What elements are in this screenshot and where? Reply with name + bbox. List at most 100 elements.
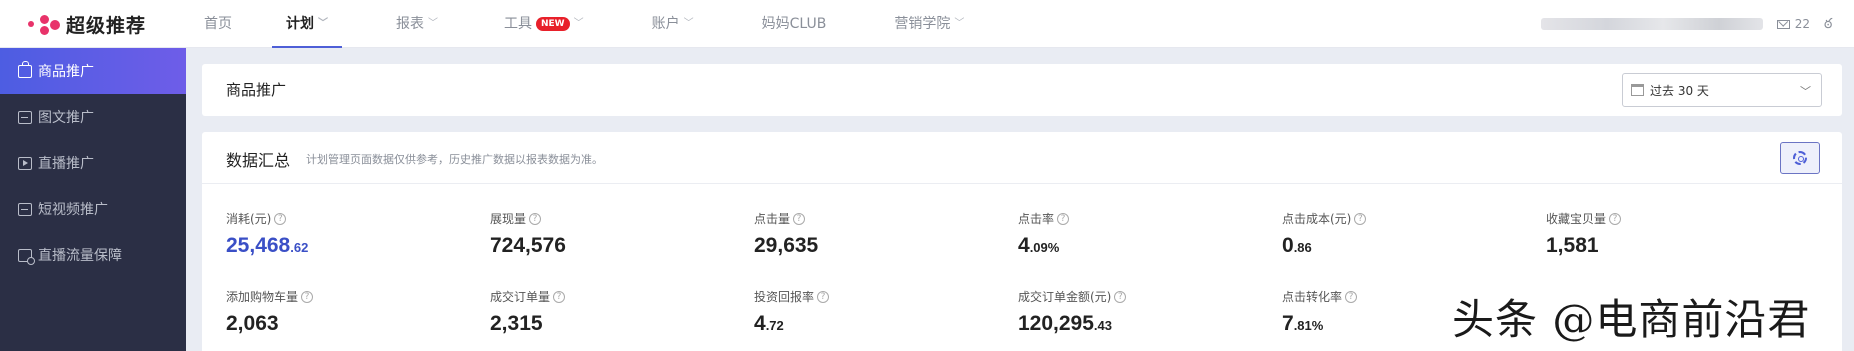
logo-text: 超级推荐 xyxy=(66,14,147,37)
metric-label: 成交订单量? xyxy=(490,288,740,305)
chevron-down-icon: ﹀ xyxy=(1800,85,1811,98)
help-icon[interactable]: ? xyxy=(553,290,566,303)
help-icon[interactable]: ? xyxy=(1354,212,1367,225)
promo-header-card: 商品推广 过去 30 天 ﹀ xyxy=(202,64,1842,116)
metric-item: 添加购物车量? 2,063 xyxy=(226,288,476,336)
summary-note: 计划管理页面数据仅供参考，历史推广数据以报表数据为准。 xyxy=(306,153,603,166)
metric-item: 成交订单金额(元)? 120,295.43 xyxy=(1018,288,1268,336)
logo-mark-icon xyxy=(26,10,62,38)
metric-label: 点击率? xyxy=(1018,210,1268,227)
metric-value: 724,576 xyxy=(490,234,740,258)
metric-label: 收藏宝贝量? xyxy=(1546,210,1796,227)
sidebar-item-2[interactable]: 直播推广 xyxy=(0,140,186,186)
metric-value-decimal: .86 xyxy=(1293,240,1312,255)
nav-item-label: 计划 xyxy=(286,16,314,32)
sidebar-item-0[interactable]: 商品推广 xyxy=(0,48,186,94)
sidebar-item-4[interactable]: 直播流量保障 xyxy=(0,232,186,278)
metric-label-text: 点击率 xyxy=(1018,212,1055,226)
metric-label-text: 消耗(元) xyxy=(226,212,272,226)
metric-value-int: 2,315 xyxy=(490,312,543,335)
metric-value: 1,581 xyxy=(1546,234,1796,258)
message-count: 22 xyxy=(1794,17,1810,31)
metric-value-int: 120,295 xyxy=(1018,312,1094,335)
metric-value-int: 0 xyxy=(1282,234,1294,257)
weibo-icon[interactable]: ఠ xyxy=(1824,17,1842,31)
sidebar-item-1[interactable]: 图文推广 xyxy=(0,94,186,140)
help-icon[interactable]: ? xyxy=(817,290,830,303)
metric-value: 2,315 xyxy=(490,312,740,336)
help-icon[interactable]: ? xyxy=(301,290,314,303)
sidebar-item-3[interactable]: 短视频推广 xyxy=(0,186,186,232)
help-icon[interactable]: ? xyxy=(1609,212,1622,225)
watermark-text: 头条 @电商前沿君 xyxy=(1452,295,1811,344)
help-icon[interactable]: ? xyxy=(1057,212,1070,225)
metric-value-decimal: .81% xyxy=(1293,318,1324,333)
nav-item-label: 营销学院 xyxy=(894,16,951,32)
gear-icon xyxy=(1793,151,1807,165)
metric-label: 消耗(元)? xyxy=(226,210,476,227)
chevron-down-icon: ﹀ xyxy=(318,18,328,29)
sidebar-item-label: 直播推广 xyxy=(38,156,94,172)
metric-item: 成交订单量? 2,315 xyxy=(490,288,740,336)
metric-label-text: 点击量 xyxy=(754,212,791,226)
metric-label-text: 收藏宝贝量 xyxy=(1546,212,1607,226)
chevron-down-icon: ﹀ xyxy=(428,18,438,29)
metric-label-text: 点击转化率 xyxy=(1282,290,1343,304)
metric-value-int: 4 xyxy=(1018,234,1030,257)
nav-item-label: 工具 xyxy=(504,16,532,32)
nav-item-2[interactable]: 报表 ﹀ xyxy=(382,0,452,48)
help-icon[interactable]: ? xyxy=(1345,290,1358,303)
chevron-down-icon: ﹀ xyxy=(954,18,965,29)
help-icon[interactable]: ? xyxy=(274,212,287,225)
metric-label-text: 展现量 xyxy=(490,212,527,226)
calendar-icon xyxy=(1631,84,1644,96)
metric-item: 收藏宝贝量? 1,581 xyxy=(1546,210,1796,258)
help-icon[interactable]: ? xyxy=(1114,290,1127,303)
metric-value: 4.72 xyxy=(754,312,1004,336)
nav-item-5[interactable]: 妈妈CLUB xyxy=(748,0,841,48)
metric-value: 25,468.62 xyxy=(226,234,476,258)
nav-item-6[interactable]: 营销学院 ﹀ xyxy=(880,0,978,48)
summary-settings-button[interactable] xyxy=(1780,142,1820,174)
metric-value-int: 29,635 xyxy=(754,234,819,257)
metric-label-text: 成交订单金额(元) xyxy=(1018,290,1112,304)
metric-label-text: 成交订单量 xyxy=(490,290,551,304)
sidebar-item-label: 商品推广 xyxy=(38,64,94,80)
chevron-down-icon: ﹀ xyxy=(573,18,584,29)
metric-item: 展现量? 724,576 xyxy=(490,210,740,258)
date-range-select[interactable]: 过去 30 天 ﹀ xyxy=(1622,73,1822,107)
metric-value: 29,635 xyxy=(754,234,1004,258)
metric-value-decimal: .09% xyxy=(1029,240,1060,255)
sidebar-item-label: 短视频推广 xyxy=(38,202,108,218)
metric-value-int: 4 xyxy=(754,312,766,335)
sidebar: 商品推广图文推广直播推广短视频推广直播流量保障 xyxy=(0,48,186,351)
nav-item-0[interactable]: 首页 xyxy=(190,0,246,48)
page-title: 商品推广 xyxy=(226,81,287,99)
nav-item-3[interactable]: 工具 NEW ﹀ xyxy=(490,0,598,48)
nav-item-4[interactable]: 账户 ﹀ xyxy=(638,0,708,48)
metric-item: 点击率? 4.09% xyxy=(1018,210,1268,258)
metric-item: 点击成本(元)? 0.86 xyxy=(1282,210,1532,258)
blurred-user-name[interactable] xyxy=(1540,18,1763,30)
help-icon[interactable]: ? xyxy=(793,212,806,225)
metric-item: 投资回报率? 4.72 xyxy=(754,288,1004,336)
nav-item-label: 首页 xyxy=(204,16,232,32)
header-right: 22 ఠ xyxy=(1540,0,1842,48)
metric-value-int: 1,581 xyxy=(1546,234,1599,257)
app-logo[interactable]: 超级推荐 xyxy=(26,10,146,38)
help-icon[interactable]: ? xyxy=(529,212,542,225)
metric-item: 消耗(元)? 25,468.62 xyxy=(226,210,476,258)
nav-item-label: 账户 xyxy=(651,16,680,32)
metric-label: 成交订单金额(元)? xyxy=(1018,288,1268,305)
metric-label: 投资回报率? xyxy=(754,288,1004,305)
chevron-down-icon: ﹀ xyxy=(683,18,694,29)
metric-value-int: 7 xyxy=(1282,312,1294,335)
image-icon xyxy=(18,110,32,124)
messages-button[interactable]: 22 xyxy=(1776,17,1810,31)
nav-item-1[interactable]: 计划 ﹀ xyxy=(272,0,342,48)
nav-item-label: 报表 xyxy=(396,16,424,32)
video-icon xyxy=(18,202,32,216)
metric-label-text: 添加购物车量 xyxy=(226,290,299,304)
top-navigation-bar: 超级推荐 首页 计划 ﹀ 报表 ﹀ 工具 NEW ﹀ 账户 ﹀ 妈妈CLUB 营销学院 ﹀ 22 ఠ xyxy=(0,0,1854,48)
sidebar-item-label: 直播流量保障 xyxy=(38,248,122,264)
